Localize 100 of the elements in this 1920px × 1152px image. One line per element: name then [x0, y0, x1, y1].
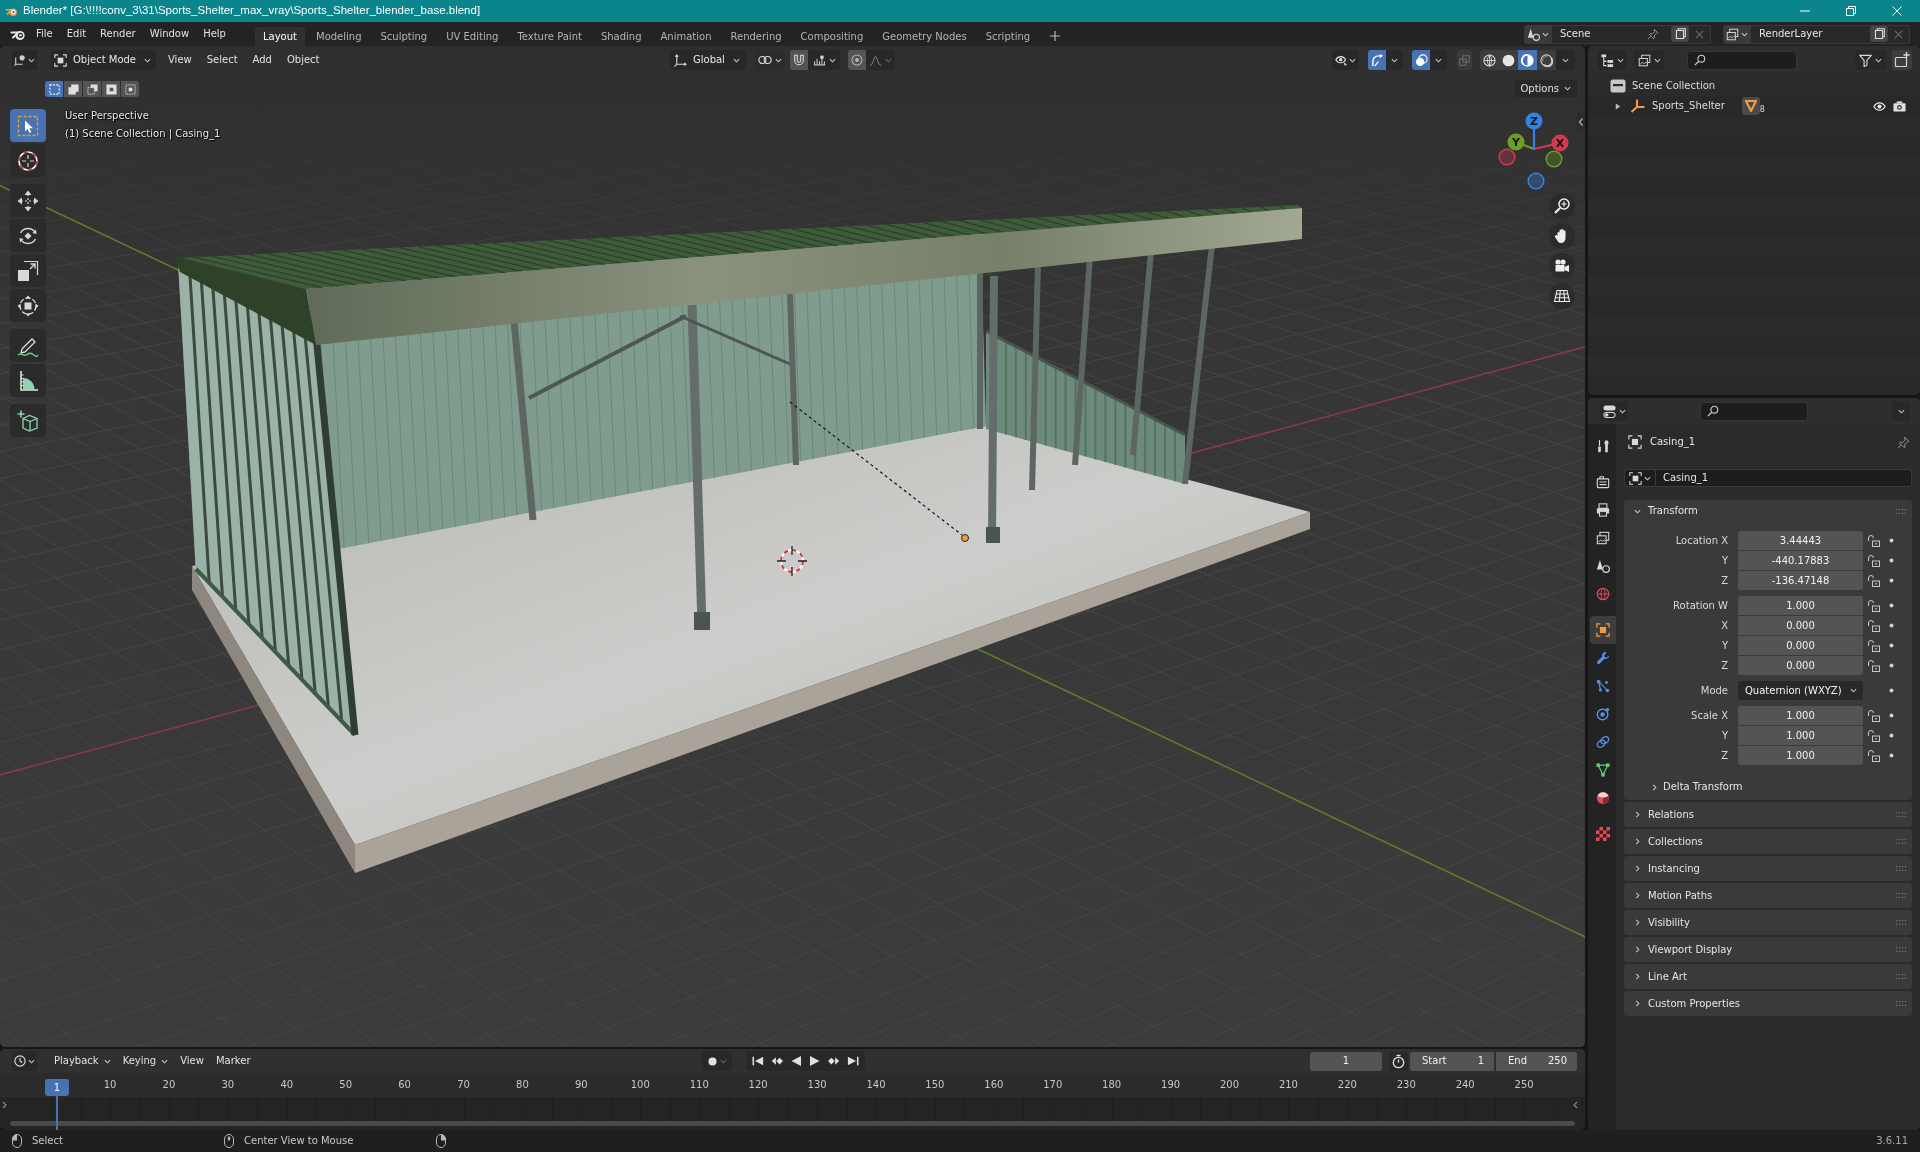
number-field[interactable]: 1.000	[1738, 706, 1863, 725]
menu-item[interactable]: Render	[93, 24, 143, 44]
shading-dropdown[interactable]	[1556, 50, 1575, 70]
keyframe-dot-icon[interactable]	[1889, 713, 1894, 718]
scene-browse-button[interactable]	[1524, 24, 1552, 44]
panel-header[interactable]: Instancing	[1624, 856, 1912, 881]
overlays-dropdown[interactable]	[1430, 50, 1447, 70]
record-button[interactable]	[702, 1051, 732, 1071]
workspace-tab[interactable]: Animation	[652, 27, 720, 46]
panel-header[interactable]: Viewport Display	[1624, 937, 1912, 962]
padlock-icon[interactable]	[1868, 729, 1880, 742]
keyframe-dot-icon[interactable]	[1889, 603, 1894, 608]
triangle-icon[interactable]	[1741, 97, 1760, 115]
outliner-item[interactable]: Scene Collection	[1632, 80, 1716, 92]
keyframe-dot-icon[interactable]	[1889, 558, 1894, 563]
padlock-icon[interactable]	[1868, 619, 1880, 632]
keyframe-dot-icon[interactable]	[1889, 753, 1894, 758]
playhead[interactable]: 1	[45, 1079, 69, 1130]
padlock-icon[interactable]	[1868, 659, 1880, 672]
start-frame-field[interactable]: Start 1	[1410, 1051, 1494, 1071]
number-field[interactable]: 3.44443	[1738, 531, 1863, 550]
view-layer-browse-button[interactable]	[1723, 24, 1751, 44]
selection-mode-button[interactable]	[45, 81, 63, 97]
move-tool[interactable]	[10, 184, 46, 217]
grip-dots-icon[interactable]	[1896, 920, 1906, 925]
play-icon[interactable]	[809, 1055, 821, 1067]
outliner-item[interactable]: Sports_Shelter	[1652, 100, 1725, 112]
zoom-icon[interactable]	[1549, 193, 1575, 219]
display-mode-dropdown[interactable]	[1634, 50, 1664, 70]
grip-dots-icon[interactable]	[1896, 893, 1906, 898]
grip-dots-icon[interactable]	[1896, 812, 1906, 817]
gizmo-dropdown[interactable]	[1386, 50, 1403, 70]
panel-header[interactable]: Motion Paths	[1624, 883, 1912, 908]
menu-item[interactable]: Select	[200, 50, 244, 70]
pin-icon[interactable]	[1647, 28, 1659, 40]
options-dropdown[interactable]	[1892, 401, 1910, 421]
number-field[interactable]: 0.000	[1738, 616, 1863, 635]
workspace-tab[interactable]: Compositing	[792, 27, 872, 46]
object-name-field[interactable]: Casing_1	[1656, 469, 1912, 487]
workspace-tab[interactable]: Texture Paint	[509, 27, 590, 46]
eye-icon[interactable]	[1873, 99, 1886, 113]
keyframe-dot-icon[interactable]	[1889, 733, 1894, 738]
chevron-right-icon[interactable]	[2, 1101, 7, 1109]
selection-mode-button[interactable]	[102, 81, 120, 97]
current-frame-field[interactable]: 1	[1310, 1051, 1382, 1071]
copy-icon[interactable]	[1671, 26, 1689, 42]
disclosure-triangle-icon[interactable]	[1615, 102, 1621, 110]
overlays-toggle[interactable]	[1412, 50, 1430, 70]
select-box-tool[interactable]	[10, 109, 46, 142]
panel-header[interactable]: Relations	[1624, 802, 1912, 827]
gizmo-toggle[interactable]	[1368, 50, 1386, 70]
menu-item[interactable]: Window	[142, 24, 197, 44]
search-field[interactable]	[1687, 50, 1797, 70]
menu-dropdown[interactable]: Playback	[51, 1051, 114, 1071]
axis-handle[interactable]	[1498, 148, 1516, 166]
subpanel-header[interactable]: Delta Transform	[1624, 777, 1743, 797]
menu-item[interactable]: View	[177, 1051, 207, 1071]
grip-dots-icon[interactable]	[1896, 866, 1906, 871]
panel-header[interactable]: Line Art	[1624, 964, 1912, 989]
shelter-model-drawing[interactable]	[174, 205, 1310, 873]
annotate-tool[interactable]	[10, 329, 46, 362]
shading-mode-button[interactable]	[1518, 50, 1537, 70]
editor-type-button[interactable]	[1600, 401, 1628, 421]
menu-item[interactable]: Marker	[212, 1051, 254, 1071]
menu-item[interactable]: File	[29, 24, 60, 44]
workspace-tab[interactable]: Layout	[255, 27, 305, 46]
padlock-icon[interactable]	[1868, 709, 1880, 722]
menu-dropdown[interactable]: Keying	[119, 1051, 172, 1071]
axis-handle[interactable]: Y	[1507, 133, 1525, 151]
editor-type-button[interactable]	[12, 50, 37, 70]
pin-icon[interactable]	[1897, 435, 1910, 449]
keyframe-dot-icon[interactable]	[1889, 663, 1894, 668]
workspace-tab[interactable]: Shading	[592, 27, 650, 46]
falloff-dropdown[interactable]	[866, 50, 895, 70]
padlock-icon[interactable]	[1868, 534, 1880, 547]
jump-end-icon[interactable]	[847, 1055, 859, 1067]
selectability-dropdown[interactable]	[1332, 50, 1359, 70]
editor-type-button[interactable]	[12, 1051, 37, 1071]
keyframe-dot-icon[interactable]	[1889, 578, 1894, 583]
grip-dots-icon[interactable]	[1896, 974, 1906, 979]
editor-type-button[interactable]	[1597, 50, 1627, 70]
keyframe-dot-icon[interactable]	[1889, 643, 1894, 648]
shading-mode-button[interactable]	[1499, 50, 1518, 70]
pivot-dropdown[interactable]	[755, 50, 785, 70]
transform-tool[interactable]	[10, 289, 46, 322]
selection-mode-button[interactable]	[121, 81, 139, 97]
measure-tool[interactable]	[10, 364, 46, 397]
add-cube-tool[interactable]	[10, 404, 46, 437]
object-browse-button[interactable]	[1624, 469, 1656, 487]
maximize-icon[interactable]	[1846, 6, 1856, 16]
axis-handle[interactable]	[1527, 172, 1545, 190]
padlock-icon[interactable]	[1868, 554, 1880, 567]
number-field[interactable]: 0.000	[1738, 656, 1863, 675]
rotation-mode-dropdown[interactable]: Quaternion (WXYZ)	[1738, 681, 1863, 700]
padlock-icon[interactable]	[1868, 574, 1880, 587]
filter-dropdown[interactable]	[1855, 50, 1886, 70]
workspace-tab[interactable]: UV Editing	[438, 27, 507, 46]
mode-dropdown[interactable]: Object Mode	[51, 50, 156, 70]
menu-item[interactable]: Help	[196, 24, 233, 44]
shading-mode-button[interactable]	[1480, 50, 1499, 70]
